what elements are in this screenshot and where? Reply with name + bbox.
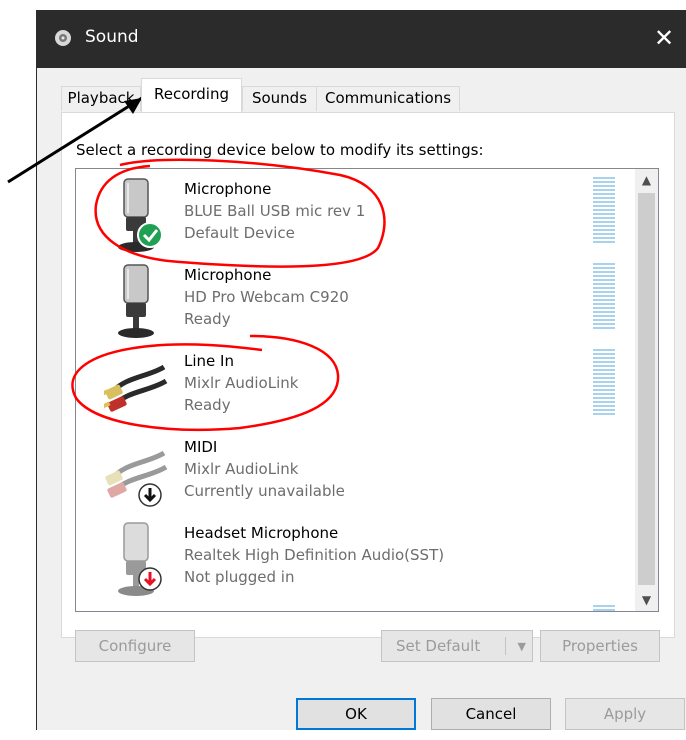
device-item[interactable]: Microphone HD Pro Webcam C920 Ready: [76, 259, 616, 345]
tab-recording[interactable]: Recording: [141, 78, 242, 112]
level-meter: [593, 263, 615, 331]
device-status: Currently unavailable: [184, 482, 345, 500]
device-item[interactable]: Headset Microphone Realtek High Definiti…: [76, 517, 616, 603]
device-description: Realtek High Definition Audio(SST): [184, 546, 445, 564]
device-list[interactable]: Microphone BLUE Ball USB mic rev 1 Defau…: [75, 168, 659, 612]
level-meter: [593, 177, 615, 245]
set-default-label: Set Default: [396, 637, 481, 655]
device-item[interactable]: MIDI Mixlr AudioLink Currently unavailab…: [76, 431, 616, 517]
speaker-icon: [55, 30, 71, 46]
configure-button[interactable]: Configure: [75, 630, 195, 662]
ok-button[interactable]: OK: [296, 698, 416, 730]
device-description: Mixlr AudioLink: [184, 374, 299, 392]
device-description: BLUE Ball USB mic rev 1: [184, 202, 366, 220]
tab-sounds[interactable]: Sounds: [242, 86, 317, 111]
scroll-down-icon[interactable]: ▼: [635, 589, 658, 611]
close-button[interactable]: ✕: [641, 10, 686, 68]
device-item[interactable]: Line In Mixlr AudioLink Ready: [76, 345, 616, 431]
scroll-thumb[interactable]: [638, 193, 655, 585]
device-status: Default Device: [184, 224, 295, 242]
title-bar[interactable]: Sound ✕: [37, 10, 686, 68]
apply-button[interactable]: Apply: [565, 698, 685, 730]
tab-communications[interactable]: Communications: [316, 86, 460, 111]
level-meter: [593, 349, 615, 417]
device-description: HD Pro Webcam C920: [184, 288, 349, 306]
device-name: MIDI: [184, 438, 218, 456]
device-name: Line In: [184, 352, 234, 370]
recording-panel: Select a recording device below to modif…: [61, 112, 675, 638]
window-title: Sound: [85, 27, 139, 47]
midi-cable-unavailable-icon: [105, 450, 168, 507]
microphone-default-icon: [118, 178, 163, 252]
set-default-button[interactable]: Set Default ▼: [381, 630, 533, 662]
device-name: Headset Microphone: [184, 524, 339, 542]
level-meter: [593, 605, 615, 611]
properties-button[interactable]: Properties: [540, 630, 660, 662]
device-name: Microphone: [184, 180, 272, 198]
split-divider: [505, 637, 506, 655]
instruction-text: Select a recording device below to modif…: [76, 141, 484, 159]
device-status: Ready: [184, 310, 231, 328]
device-description: Mixlr AudioLink: [184, 460, 299, 478]
tab-playback[interactable]: Playback: [61, 86, 141, 111]
line-in-cable-icon: [104, 364, 168, 412]
device-status: Ready: [184, 396, 231, 414]
chevron-down-icon[interactable]: ▼: [518, 631, 526, 662]
device-item[interactable]: Microphone BLUE Ball USB mic rev 1 Defau…: [76, 173, 616, 259]
scroll-up-icon[interactable]: ▲: [635, 169, 658, 191]
device-name: Microphone: [184, 266, 272, 284]
cancel-button[interactable]: Cancel: [431, 698, 551, 730]
microphone-icon: [118, 264, 154, 338]
sound-dialog: Sound ✕ Playback Recording Sounds Commun…: [36, 10, 686, 730]
headset-microphone-unplugged-icon: [118, 522, 162, 596]
vertical-scrollbar[interactable]: ▲ ▼: [635, 169, 658, 611]
device-status: Not plugged in: [184, 568, 295, 586]
